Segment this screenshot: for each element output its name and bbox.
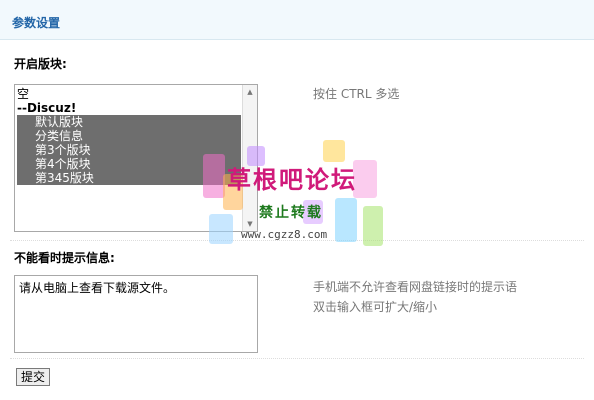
section-divider bbox=[10, 358, 584, 359]
forum-option[interactable]: 默认版块 bbox=[17, 115, 241, 129]
message-hint-2: 双击输入框可扩大/缩小 bbox=[313, 300, 438, 314]
forum-option[interactable]: 第345版块 bbox=[17, 171, 241, 185]
message-label: 不能看时提示信息: bbox=[14, 251, 115, 265]
forum-select-label: 开启版块: bbox=[14, 57, 67, 71]
forum-option[interactable]: 第3个版块 bbox=[17, 143, 241, 157]
watermark-subtitle: 禁止转载 bbox=[259, 205, 323, 221]
submit-button[interactable]: 提交 bbox=[16, 368, 50, 386]
forum-option[interactable]: 第4个版块 bbox=[17, 157, 241, 171]
message-textarea[interactable]: 请从电脑上查看下载源文件。 bbox=[14, 275, 258, 353]
forum-multiselect[interactable]: 空 --Discuz! 默认版块 分类信息 第3个版块 第4个版块 第345版块 ▲ ▼ bbox=[14, 84, 258, 232]
scroll-up-icon[interactable]: ▲ bbox=[243, 85, 257, 99]
forum-options-list[interactable]: 空 --Discuz! 默认版块 分类信息 第3个版块 第4个版块 第345版块 bbox=[17, 87, 241, 185]
forum-option[interactable]: 空 bbox=[17, 87, 241, 101]
page-title: 参数设置 bbox=[12, 16, 61, 30]
multiselect-hint: 按住 CTRL 多选 bbox=[313, 87, 400, 101]
scrollbar[interactable]: ▲ ▼ bbox=[242, 85, 257, 231]
forum-option[interactable]: 分类信息 bbox=[17, 129, 241, 143]
settings-header: 参数设置 bbox=[0, 0, 594, 40]
scroll-down-icon[interactable]: ▼ bbox=[243, 217, 257, 231]
section-divider bbox=[10, 240, 584, 241]
forum-option[interactable]: --Discuz! bbox=[17, 101, 241, 115]
message-hint-1: 手机端不允许查看网盘链接时的提示语 bbox=[313, 280, 518, 294]
